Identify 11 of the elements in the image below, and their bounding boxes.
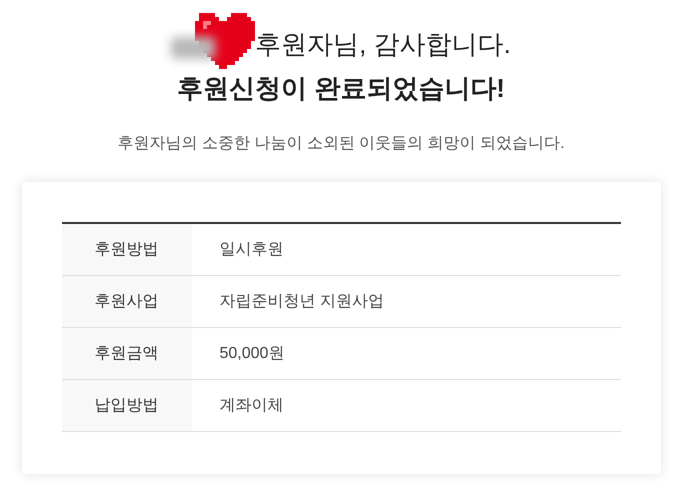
row-label: 후원금액 — [62, 328, 192, 379]
row-value: 자립준비청년 지원사업 — [218, 292, 384, 312]
row-label: 납입방법 — [62, 380, 192, 431]
row-label: 후원사업 — [62, 276, 192, 327]
row-value: 일시후원 — [218, 240, 284, 260]
completion-title: 후원신청이 완료되었습니다! — [177, 75, 505, 101]
row-value: 50,000원 — [218, 344, 284, 364]
thank-you-message: 후원자님의 소중한 나눔이 소외된 이웃들의 희망이 되었습니다. — [117, 134, 565, 154]
greeting-text: 후원자님, 감사합니다. — [255, 31, 511, 57]
row-value: 계좌이체 — [218, 396, 284, 416]
row-label: 후원방법 — [62, 224, 192, 275]
